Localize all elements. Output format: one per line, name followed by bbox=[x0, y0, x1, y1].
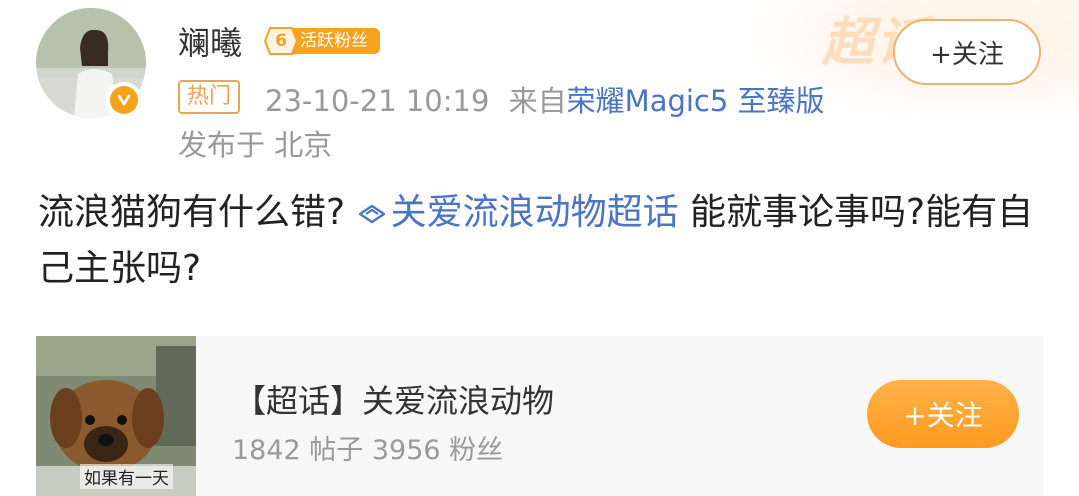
fan-level-number: 6 bbox=[275, 31, 287, 51]
thumbnail-caption: 如果有一天 bbox=[80, 464, 173, 489]
super-topic-follow-button[interactable]: +关注 bbox=[867, 380, 1019, 448]
super-topic-label: 关爱流浪动物超话 bbox=[390, 192, 679, 233]
post-meta: 23-10-21 10:19 来自荣耀Magic5 至臻版 bbox=[265, 78, 825, 120]
verified-badge-icon bbox=[106, 82, 142, 118]
post-text-before: 流浪猫狗有什么错? bbox=[38, 192, 346, 233]
fan-level-icon: 6 bbox=[264, 26, 298, 56]
username[interactable]: 斓曦 bbox=[178, 18, 242, 64]
hot-tag: 热门 bbox=[178, 80, 241, 114]
super-topic-title: 【超话】关爱流浪动物 bbox=[234, 382, 555, 420]
super-topic-thumbnail: 如果有一天 bbox=[36, 336, 196, 496]
follow-button[interactable]: +关注 bbox=[893, 19, 1041, 85]
post-body: 流浪猫狗有什么错? 关爱流浪动物超话 能就事论事吗?能有自己主张吗? bbox=[38, 185, 1038, 297]
post-location: 发布于 北京 bbox=[178, 128, 333, 162]
post-timestamp: 23-10-21 10:19 bbox=[265, 84, 490, 118]
super-topic-stats: 1842 帖子 3956 粉丝 bbox=[232, 435, 504, 466]
fan-level-label: 活跃粉丝 bbox=[292, 28, 380, 54]
super-topic-link[interactable]: 关爱流浪动物超话 bbox=[357, 192, 679, 233]
fan-level-badge[interactable]: 6 活跃粉丝 bbox=[264, 26, 380, 56]
source-prefix: 来自 bbox=[508, 84, 567, 118]
super-topic-card[interactable]: 如果有一天 【超话】关爱流浪动物 1842 帖子 3956 粉丝 +关注 bbox=[36, 336, 1043, 496]
device-link[interactable]: 荣耀Magic5 至臻版 bbox=[567, 84, 825, 118]
super-topic-icon bbox=[358, 204, 385, 224]
